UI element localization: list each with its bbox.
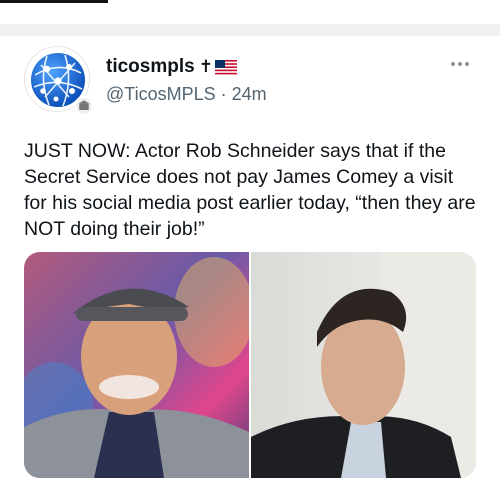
verified-org-badge-icon bbox=[74, 96, 94, 116]
post-body-text: JUST NOW: Actor Rob Schneider says that … bbox=[24, 140, 476, 240]
active-tab-indicator bbox=[0, 0, 108, 3]
author-handle[interactable]: @TicosMPLS bbox=[106, 84, 216, 105]
media-photo-left[interactable] bbox=[24, 252, 249, 478]
feed-separator bbox=[0, 24, 500, 36]
post-card[interactable]: ticosmpls ✝ @TicosMPLS · 24m JUST NOW: A… bbox=[0, 36, 500, 490]
author-display-name[interactable]: ticosmpls bbox=[106, 56, 195, 78]
avatar[interactable] bbox=[24, 46, 96, 118]
author-meta: @TicosMPLS · 24m bbox=[106, 84, 267, 105]
name-emoji: ✝ bbox=[199, 57, 237, 77]
us-flag-icon bbox=[214, 59, 237, 75]
meta-separator: · bbox=[220, 84, 227, 104]
author-name-row[interactable]: ticosmpls ✝ bbox=[106, 56, 237, 78]
more-horizontal-icon[interactable] bbox=[448, 58, 472, 70]
media-photo-right[interactable] bbox=[251, 252, 476, 478]
post-timestamp[interactable]: 24m bbox=[232, 84, 267, 105]
cross-icon: ✝ bbox=[198, 57, 213, 76]
post-media[interactable] bbox=[24, 252, 476, 478]
